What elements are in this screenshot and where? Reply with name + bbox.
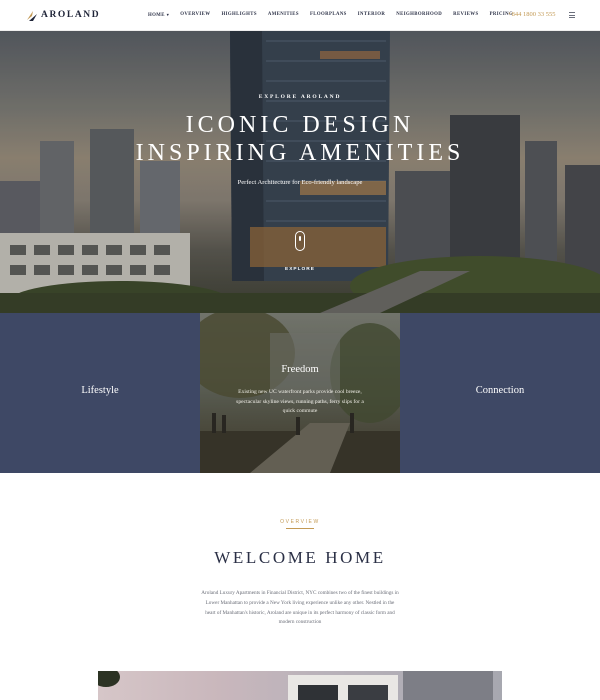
nav-item-overview[interactable]: OVERVIEW <box>180 12 210 18</box>
nav-item-amenities[interactable]: AMENITIES <box>268 12 299 18</box>
nav-item-home[interactable]: HOME ▾ <box>148 12 169 18</box>
logo-text: AROLAND <box>41 10 101 20</box>
site-logo[interactable]: AROLAND <box>26 9 100 21</box>
welcome-eyebrow: OVERVIEW <box>280 519 320 525</box>
building-photo-image <box>98 671 502 700</box>
nav-item-neighborhood[interactable]: NEIGHBORHOOD <box>396 12 442 18</box>
welcome-title: WELCOME HOME <box>214 548 386 567</box>
feature-tile-lifestyle[interactable]: Lifestyle <box>0 313 200 473</box>
explore-link[interactable]: EXPLORE <box>0 267 600 272</box>
hero-subtitle: Perfect Architecture for Eco-friendly la… <box>237 179 363 186</box>
nav-item-highlights[interactable]: HIGHLIGHTS <box>221 12 256 18</box>
eyebrow-divider <box>286 528 314 529</box>
feature-strip: Lifestyle Freedom Existing new UC waterf… <box>0 313 600 473</box>
hero-title-line-1: ICONIC DESIGN <box>185 112 415 138</box>
mouse-scroll-icon[interactable] <box>295 231 305 251</box>
feature-label: Freedom <box>281 364 319 375</box>
hero-section: EXPLORE AROLAND ICONIC DESIGN INSPIRING … <box>0 31 600 313</box>
nav-item-floorplans[interactable]: FLOORPLANS <box>310 12 347 18</box>
nav-item-interior[interactable]: INTERIOR <box>358 12 385 18</box>
site-header: AROLAND HOME ▾ OVERVIEW HIGHLIGHTS AMENIT… <box>0 0 600 31</box>
nav-item-label: HOME <box>148 13 165 18</box>
feature-tile-freedom[interactable]: Freedom Existing new UC waterfront parks… <box>200 313 400 473</box>
hero-title: ICONIC DESIGN INSPIRING AMENITIES <box>0 111 600 167</box>
welcome-body: Aroland Luxury Apartments in Financial D… <box>201 590 399 626</box>
chevron-down-icon: ▾ <box>166 12 170 17</box>
hero-title-line-2: INSPIRING AMENITIES <box>135 140 465 166</box>
feature-description: Existing new UC waterfront parks provide… <box>236 389 364 414</box>
hero-eyebrow: EXPLORE AROLAND <box>258 94 342 100</box>
feature-label: Lifestyle <box>81 385 119 396</box>
feature-tile-connection[interactable]: Connection <box>400 313 600 473</box>
feature-label: Connection <box>475 385 525 396</box>
logo-mark-icon <box>26 9 38 21</box>
phone-link[interactable]: +844 1800 33 555 <box>508 11 556 18</box>
nav-item-reviews[interactable]: REVIEWS <box>453 12 478 18</box>
hamburger-icon[interactable] <box>569 12 575 19</box>
main-nav: HOME ▾ OVERVIEW HIGHLIGHTS AMENITIES FLOO… <box>148 12 524 18</box>
